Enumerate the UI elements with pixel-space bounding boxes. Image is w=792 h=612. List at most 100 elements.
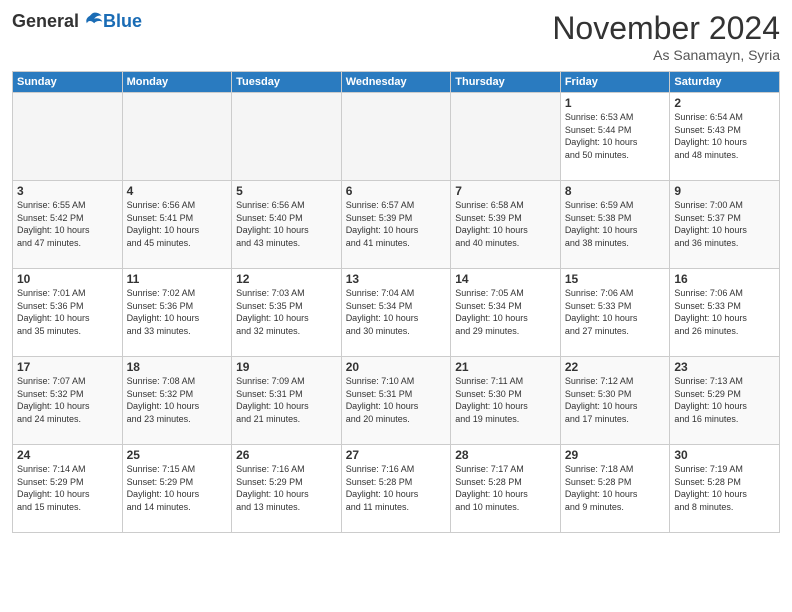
calendar-cell: 17Sunrise: 7:07 AMSunset: 5:32 PMDayligh… bbox=[13, 357, 123, 445]
location: As Sanamayn, Syria bbox=[552, 47, 780, 63]
calendar-cell: 2Sunrise: 6:54 AMSunset: 5:43 PMDaylight… bbox=[670, 93, 780, 181]
calendar-cell: 24Sunrise: 7:14 AMSunset: 5:29 PMDayligh… bbox=[13, 445, 123, 533]
day-number: 24 bbox=[17, 448, 118, 462]
day-number: 30 bbox=[674, 448, 775, 462]
logo-blue-text: Blue bbox=[103, 11, 142, 32]
col-header-monday: Monday bbox=[122, 72, 232, 93]
calendar-cell bbox=[341, 93, 451, 181]
day-info: Sunrise: 6:57 AMSunset: 5:39 PMDaylight:… bbox=[346, 199, 447, 249]
day-number: 13 bbox=[346, 272, 447, 286]
day-number: 14 bbox=[455, 272, 556, 286]
calendar-cell: 26Sunrise: 7:16 AMSunset: 5:29 PMDayligh… bbox=[232, 445, 342, 533]
day-number: 10 bbox=[17, 272, 118, 286]
day-info: Sunrise: 7:09 AMSunset: 5:31 PMDaylight:… bbox=[236, 375, 337, 425]
calendar-table: SundayMondayTuesdayWednesdayThursdayFrid… bbox=[12, 71, 780, 533]
day-number: 5 bbox=[236, 184, 337, 198]
header: General Blue November 2024 As Sanamayn, … bbox=[12, 10, 780, 63]
day-number: 7 bbox=[455, 184, 556, 198]
week-row-1: 1Sunrise: 6:53 AMSunset: 5:44 PMDaylight… bbox=[13, 93, 780, 181]
day-info: Sunrise: 7:15 AMSunset: 5:29 PMDaylight:… bbox=[127, 463, 228, 513]
day-info: Sunrise: 7:17 AMSunset: 5:28 PMDaylight:… bbox=[455, 463, 556, 513]
calendar-cell: 10Sunrise: 7:01 AMSunset: 5:36 PMDayligh… bbox=[13, 269, 123, 357]
col-header-tuesday: Tuesday bbox=[232, 72, 342, 93]
logo-bird-icon bbox=[81, 10, 103, 32]
day-number: 11 bbox=[127, 272, 228, 286]
month-title: November 2024 bbox=[552, 10, 780, 47]
calendar-cell: 13Sunrise: 7:04 AMSunset: 5:34 PMDayligh… bbox=[341, 269, 451, 357]
day-number: 19 bbox=[236, 360, 337, 374]
day-info: Sunrise: 7:01 AMSunset: 5:36 PMDaylight:… bbox=[17, 287, 118, 337]
day-number: 20 bbox=[346, 360, 447, 374]
calendar-cell: 16Sunrise: 7:06 AMSunset: 5:33 PMDayligh… bbox=[670, 269, 780, 357]
day-number: 21 bbox=[455, 360, 556, 374]
calendar-cell: 3Sunrise: 6:55 AMSunset: 5:42 PMDaylight… bbox=[13, 181, 123, 269]
calendar-cell: 22Sunrise: 7:12 AMSunset: 5:30 PMDayligh… bbox=[560, 357, 670, 445]
day-info: Sunrise: 7:18 AMSunset: 5:28 PMDaylight:… bbox=[565, 463, 666, 513]
calendar-cell: 27Sunrise: 7:16 AMSunset: 5:28 PMDayligh… bbox=[341, 445, 451, 533]
week-row-2: 3Sunrise: 6:55 AMSunset: 5:42 PMDaylight… bbox=[13, 181, 780, 269]
day-info: Sunrise: 7:05 AMSunset: 5:34 PMDaylight:… bbox=[455, 287, 556, 337]
day-number: 15 bbox=[565, 272, 666, 286]
day-info: Sunrise: 6:54 AMSunset: 5:43 PMDaylight:… bbox=[674, 111, 775, 161]
calendar-cell: 4Sunrise: 6:56 AMSunset: 5:41 PMDaylight… bbox=[122, 181, 232, 269]
calendar-cell: 15Sunrise: 7:06 AMSunset: 5:33 PMDayligh… bbox=[560, 269, 670, 357]
day-info: Sunrise: 7:13 AMSunset: 5:29 PMDaylight:… bbox=[674, 375, 775, 425]
page-container: General Blue November 2024 As Sanamayn, … bbox=[0, 0, 792, 541]
calendar-cell: 12Sunrise: 7:03 AMSunset: 5:35 PMDayligh… bbox=[232, 269, 342, 357]
col-header-saturday: Saturday bbox=[670, 72, 780, 93]
header-row: SundayMondayTuesdayWednesdayThursdayFrid… bbox=[13, 72, 780, 93]
day-number: 8 bbox=[565, 184, 666, 198]
calendar-cell bbox=[13, 93, 123, 181]
day-info: Sunrise: 7:12 AMSunset: 5:30 PMDaylight:… bbox=[565, 375, 666, 425]
calendar-cell: 21Sunrise: 7:11 AMSunset: 5:30 PMDayligh… bbox=[451, 357, 561, 445]
day-number: 3 bbox=[17, 184, 118, 198]
day-info: Sunrise: 7:00 AMSunset: 5:37 PMDaylight:… bbox=[674, 199, 775, 249]
day-number: 9 bbox=[674, 184, 775, 198]
day-info: Sunrise: 6:56 AMSunset: 5:40 PMDaylight:… bbox=[236, 199, 337, 249]
day-number: 16 bbox=[674, 272, 775, 286]
calendar-cell: 9Sunrise: 7:00 AMSunset: 5:37 PMDaylight… bbox=[670, 181, 780, 269]
day-info: Sunrise: 7:03 AMSunset: 5:35 PMDaylight:… bbox=[236, 287, 337, 337]
calendar-cell: 11Sunrise: 7:02 AMSunset: 5:36 PMDayligh… bbox=[122, 269, 232, 357]
calendar-cell: 18Sunrise: 7:08 AMSunset: 5:32 PMDayligh… bbox=[122, 357, 232, 445]
calendar-cell: 6Sunrise: 6:57 AMSunset: 5:39 PMDaylight… bbox=[341, 181, 451, 269]
day-info: Sunrise: 7:08 AMSunset: 5:32 PMDaylight:… bbox=[127, 375, 228, 425]
col-header-friday: Friday bbox=[560, 72, 670, 93]
day-info: Sunrise: 7:19 AMSunset: 5:28 PMDaylight:… bbox=[674, 463, 775, 513]
col-header-thursday: Thursday bbox=[451, 72, 561, 93]
calendar-cell: 19Sunrise: 7:09 AMSunset: 5:31 PMDayligh… bbox=[232, 357, 342, 445]
day-number: 22 bbox=[565, 360, 666, 374]
day-info: Sunrise: 7:06 AMSunset: 5:33 PMDaylight:… bbox=[565, 287, 666, 337]
day-number: 18 bbox=[127, 360, 228, 374]
day-number: 23 bbox=[674, 360, 775, 374]
col-header-sunday: Sunday bbox=[13, 72, 123, 93]
day-number: 1 bbox=[565, 96, 666, 110]
day-info: Sunrise: 6:58 AMSunset: 5:39 PMDaylight:… bbox=[455, 199, 556, 249]
calendar-cell: 28Sunrise: 7:17 AMSunset: 5:28 PMDayligh… bbox=[451, 445, 561, 533]
day-info: Sunrise: 6:53 AMSunset: 5:44 PMDaylight:… bbox=[565, 111, 666, 161]
logo-general-text: General bbox=[12, 11, 79, 32]
day-number: 25 bbox=[127, 448, 228, 462]
day-number: 4 bbox=[127, 184, 228, 198]
calendar-cell: 7Sunrise: 6:58 AMSunset: 5:39 PMDaylight… bbox=[451, 181, 561, 269]
week-row-5: 24Sunrise: 7:14 AMSunset: 5:29 PMDayligh… bbox=[13, 445, 780, 533]
calendar-cell: 14Sunrise: 7:05 AMSunset: 5:34 PMDayligh… bbox=[451, 269, 561, 357]
day-number: 29 bbox=[565, 448, 666, 462]
title-block: November 2024 As Sanamayn, Syria bbox=[552, 10, 780, 63]
day-number: 26 bbox=[236, 448, 337, 462]
day-info: Sunrise: 7:16 AMSunset: 5:28 PMDaylight:… bbox=[346, 463, 447, 513]
calendar-cell bbox=[451, 93, 561, 181]
calendar-cell: 23Sunrise: 7:13 AMSunset: 5:29 PMDayligh… bbox=[670, 357, 780, 445]
day-info: Sunrise: 7:14 AMSunset: 5:29 PMDaylight:… bbox=[17, 463, 118, 513]
day-info: Sunrise: 6:56 AMSunset: 5:41 PMDaylight:… bbox=[127, 199, 228, 249]
day-info: Sunrise: 7:07 AMSunset: 5:32 PMDaylight:… bbox=[17, 375, 118, 425]
calendar-cell: 1Sunrise: 6:53 AMSunset: 5:44 PMDaylight… bbox=[560, 93, 670, 181]
day-number: 17 bbox=[17, 360, 118, 374]
calendar-cell bbox=[232, 93, 342, 181]
day-info: Sunrise: 7:02 AMSunset: 5:36 PMDaylight:… bbox=[127, 287, 228, 337]
day-info: Sunrise: 7:11 AMSunset: 5:30 PMDaylight:… bbox=[455, 375, 556, 425]
day-info: Sunrise: 7:16 AMSunset: 5:29 PMDaylight:… bbox=[236, 463, 337, 513]
calendar-cell: 29Sunrise: 7:18 AMSunset: 5:28 PMDayligh… bbox=[560, 445, 670, 533]
day-info: Sunrise: 6:55 AMSunset: 5:42 PMDaylight:… bbox=[17, 199, 118, 249]
week-row-3: 10Sunrise: 7:01 AMSunset: 5:36 PMDayligh… bbox=[13, 269, 780, 357]
